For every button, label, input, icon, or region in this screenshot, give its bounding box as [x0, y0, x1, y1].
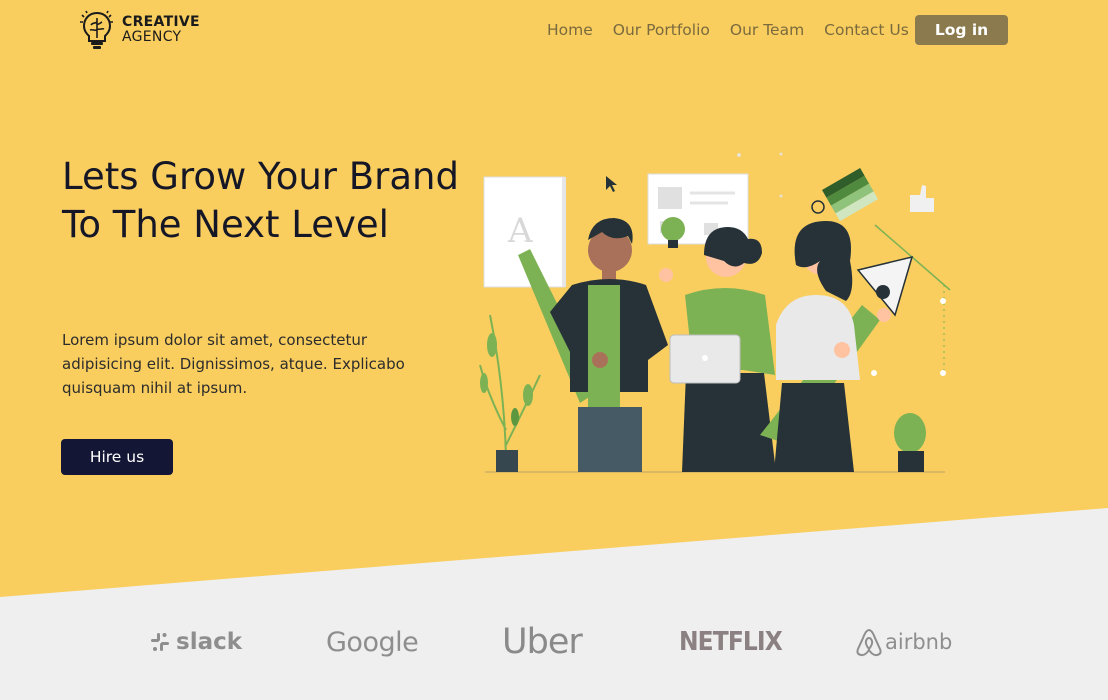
brand-logo[interactable]: CREATIVE AGENCY [78, 9, 200, 51]
client-logo-airbnb: airbnb [856, 618, 952, 666]
brain-bulb-icon [80, 10, 113, 49]
login-button[interactable]: Log in [915, 15, 1008, 45]
hero-headline: Lets Grow Your Brand To The Next Level [62, 155, 459, 246]
nav-link-contact[interactable]: Contact Us [824, 21, 909, 39]
main-menu: Home Our Portfolio Our Team Contact Us [547, 14, 929, 46]
hire-us-button[interactable]: Hire us [61, 439, 173, 475]
client-name-uber: Uber [502, 622, 583, 662]
client-logos: slack Google Uber NETFLIX airbnb [0, 618, 1108, 668]
hero-description: Lorem ipsum dolor sit amet, consectetur … [62, 331, 405, 397]
team-illustration: A [479, 152, 951, 473]
brand-subname: AGENCY [122, 29, 182, 45]
illustration-letter: A [507, 211, 533, 251]
client-logo-slack: slack [148, 618, 242, 666]
client-name-netflix: NETFLIX [679, 627, 783, 657]
client-logo-uber: Uber [502, 618, 583, 666]
slack-icon [151, 633, 169, 651]
nav-link-team[interactable]: Our Team [730, 21, 804, 39]
top-navbar: CREATIVE AGENCY Home Our Portfolio Our T… [0, 0, 1108, 60]
client-logo-netflix: NETFLIX [679, 618, 793, 666]
client-name-airbnb: airbnb [885, 630, 953, 654]
client-name-google: Google [326, 626, 419, 658]
client-logo-google: Google [326, 618, 419, 666]
brand-name: CREATIVE [122, 14, 200, 30]
nav-link-portfolio[interactable]: Our Portfolio [613, 21, 710, 39]
nav-link-home[interactable]: Home [547, 21, 593, 39]
client-name-slack: slack [176, 629, 243, 655]
airbnb-icon [856, 628, 882, 657]
